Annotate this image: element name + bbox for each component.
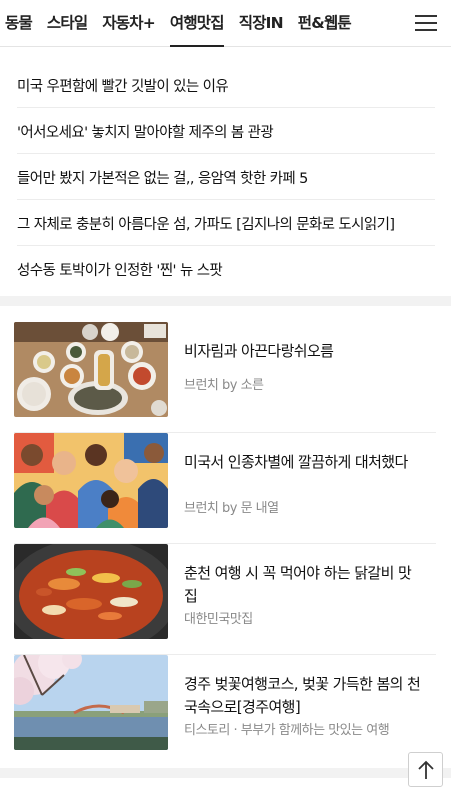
- card-source: 브런치 by 문 내열: [184, 501, 279, 516]
- dakgalbi-pan-photo: [14, 544, 168, 639]
- headline-item[interactable]: 미국 우편함에 빨간 깃발이 있는 이유: [17, 62, 435, 108]
- hamburger-menu-icon[interactable]: [415, 14, 437, 32]
- card-title: 경주 벚꽃여행코스, 벚꽃 가득한 봄의 천국속으로[경주여행]: [184, 675, 421, 716]
- headline-text: 미국 우편함에 빨간 깃발이 있는 이유: [17, 79, 229, 95]
- card-source: 티스토리 · 부부가 함께하는 맛있는 여행: [184, 723, 390, 738]
- arrow-up-icon: [418, 760, 434, 779]
- headline-text: 그 자체로 충분히 아름다운 섬, 가파도 [김지나의 문화로 도시읽기]: [17, 217, 395, 233]
- headline-text: 들어만 봤지 가본적은 없는 걸,, 응암역 핫한 카페 5: [17, 171, 308, 187]
- tab-style[interactable]: 스타일: [47, 0, 88, 47]
- headline-text: 성수동 토박이가 인정한 '찐' 뉴 스팟: [17, 263, 223, 279]
- card-title: 비자림과 아끈다랑쉬오름: [184, 342, 334, 360]
- headline-item[interactable]: 들어만 봤지 가본적은 없는 걸,, 응암역 핫한 카페 5: [17, 154, 435, 200]
- headline-item[interactable]: 그 자체로 충분히 아름다운 섬, 가파도 [김지나의 문화로 도시읽기]: [17, 200, 435, 246]
- card-source: 대한민국맛집: [184, 612, 253, 627]
- headline-item[interactable]: 성수동 토박이가 인정한 '찐' 뉴 스팟: [17, 246, 435, 292]
- article-card[interactable]: 춘천 여행 시 꼭 먹어야 하는 닭갈비 맛집 대한민국맛집: [14, 544, 436, 655]
- korean-meal-table-photo: [14, 322, 168, 417]
- tab-fun-webtoon[interactable]: 펀&웹툰: [298, 0, 352, 47]
- section-divider: [0, 768, 451, 778]
- crowd-of-people-illustration: [14, 433, 168, 528]
- article-card[interactable]: 미국서 인종차별에 깔끔하게 대처했다 브런치 by 문 내열: [14, 433, 436, 544]
- headline-item[interactable]: '어서오세요' 놓치지 말아야할 제주의 봄 관광: [17, 108, 435, 154]
- article-card[interactable]: 비자림과 아끈다랑쉬오름 브런치 by 소른: [14, 322, 436, 433]
- tab-travel-food[interactable]: 여행맛집: [169, 0, 225, 47]
- card-title: 춘천 여행 시 꼭 먹어야 하는 닭갈비 맛집: [184, 564, 412, 605]
- category-tabs: 동물 스타일 자동차+ 여행맛집 직장IN 펀&웹툰: [0, 0, 356, 47]
- card-title: 미국서 인종차별에 깔끔하게 대처했다: [184, 453, 408, 471]
- tab-work[interactable]: 직장IN: [239, 0, 284, 47]
- tab-animal[interactable]: 동물: [5, 0, 33, 47]
- tab-car[interactable]: 자동차+: [102, 0, 155, 47]
- section-divider: [0, 296, 451, 306]
- category-nav: 동물 스타일 자동차+ 여행맛집 직장IN 펀&웹툰: [0, 0, 451, 47]
- cherry-blossom-lake-photo: [14, 655, 168, 750]
- article-card[interactable]: 경주 벚꽃여행코스, 벚꽃 가득한 봄의 천국속으로[경주여행] 티스토리 · …: [14, 655, 436, 766]
- card-source: 브런치 by 소른: [184, 378, 264, 393]
- scroll-top-button[interactable]: [408, 752, 443, 787]
- headline-text: '어서오세요' 놓치지 말아야할 제주의 봄 관광: [17, 125, 274, 141]
